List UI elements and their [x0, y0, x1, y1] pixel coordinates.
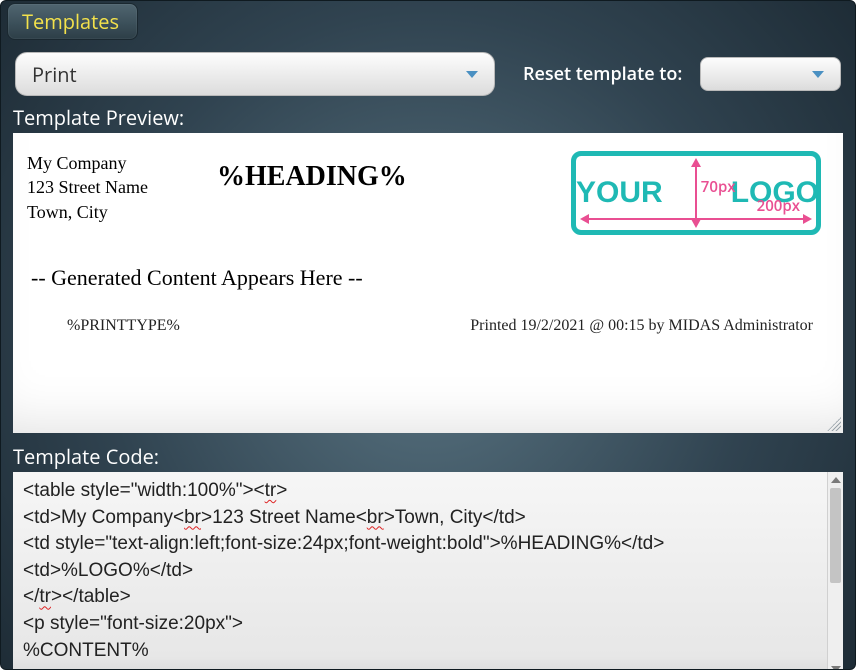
preview-section-label: Template Preview: — [1, 104, 855, 133]
company-address: My Company 123 Street Name Town, City — [27, 151, 189, 224]
scroll-down-button[interactable] — [828, 661, 843, 670]
code-section-label: Template Code: — [1, 443, 855, 472]
tab-label: Templates — [22, 8, 119, 35]
logo-width-label: 200px — [757, 196, 800, 216]
chevron-down-icon — [812, 71, 824, 78]
logo-height-label: 70px — [701, 177, 736, 197]
tab-bar: Templates — [1, 1, 855, 40]
template-preview: My Company 123 Street Name Town, City %H… — [13, 133, 843, 433]
preview-header-table: My Company 123 Street Name Town, City %H… — [13, 151, 843, 235]
preview-footer: %PRINTTYPE% Printed 19/2/2021 @ 00:15 by… — [13, 301, 843, 335]
generated-content-marker: -- Generated Content Appears Here -- — [13, 235, 843, 301]
scroll-thumb[interactable] — [830, 488, 841, 583]
template-select[interactable]: Print — [15, 52, 495, 96]
triangle-up-icon — [831, 477, 841, 483]
templates-panel: Templates Print Reset template to: Templ… — [0, 0, 856, 670]
scroll-up-button[interactable] — [828, 472, 843, 488]
scroll-track[interactable] — [830, 488, 841, 661]
template-code-editor[interactable]: <table style="width:100%"><tr><td>My Com… — [13, 472, 843, 670]
triangle-down-icon — [831, 666, 841, 670]
scrollbar[interactable] — [827, 472, 843, 670]
reset-template-select[interactable] — [700, 57, 841, 91]
tab-templates[interactable]: Templates — [7, 3, 138, 40]
template-select-value: Print — [32, 61, 77, 88]
code-text[interactable]: <table style="width:100%"><tr><td>My Com… — [13, 472, 843, 670]
resize-handle-icon[interactable] — [827, 417, 841, 431]
print-type-placeholder: %PRINTTYPE% — [67, 317, 180, 335]
horizontal-dimension-arrow-icon — [582, 218, 810, 220]
reset-label: Reset template to: — [523, 62, 682, 86]
printed-by-line: Printed 19/2/2021 @ 00:15 by MIDAS Admin… — [470, 317, 813, 335]
chevron-down-icon — [466, 71, 478, 78]
heading-placeholder: %HEADING% — [217, 151, 543, 193]
controls-row: Print Reset template to: — [1, 40, 855, 104]
logo-placeholder: YOURLOGO 70px 200px — [571, 151, 821, 235]
